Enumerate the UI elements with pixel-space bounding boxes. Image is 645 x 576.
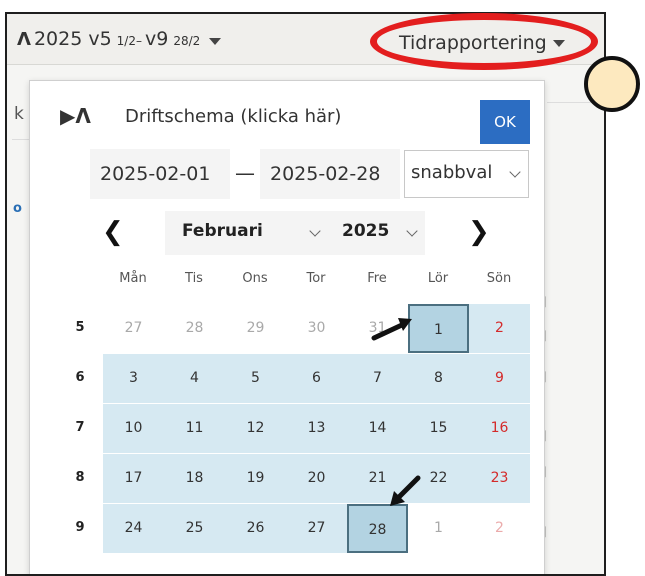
day-cell[interactable]: 23 <box>469 454 530 503</box>
weekday-label: Mån <box>119 271 147 286</box>
month-select[interactable]: Februari <box>165 211 335 255</box>
date-from-input[interactable] <box>90 149 230 199</box>
day-cell[interactable]: 21 <box>347 454 408 503</box>
day-cell[interactable]: 3 <box>103 354 164 403</box>
date-range-popup: ▶Λ Driftschema (klicka här) OK — snabbva… <box>29 80 545 574</box>
weekday-label: Sön <box>486 271 512 286</box>
date-separator: — <box>235 161 255 185</box>
day-cell[interactable]: 19 <box>225 454 286 503</box>
popup-header: ▶Λ Driftschema (klicka här) OK <box>30 95 544 144</box>
schedule-link[interactable]: Driftschema (klicka här) <box>125 106 341 127</box>
time-reporting-menu[interactable]: Tidrapportering <box>399 32 565 54</box>
day-cell[interactable]: 2 <box>469 504 530 553</box>
day-cell[interactable]: 27 <box>286 504 347 553</box>
week-number: 7 <box>75 420 85 435</box>
week-number: 8 <box>75 470 85 485</box>
week-number: 5 <box>75 320 85 335</box>
day-cell[interactable]: 20 <box>286 454 347 503</box>
caret-down-icon <box>209 38 222 45</box>
date-range-row: — snabbval <box>30 149 544 201</box>
calendar-grid: 5 27 28 29 30 31 1 2 6 3 4 5 6 7 8 9 7 1… <box>30 304 544 574</box>
date-to-input[interactable] <box>260 149 400 199</box>
day-cell[interactable]: 10 <box>103 404 164 453</box>
version-label-end: v9 <box>144 28 169 50</box>
day-cell[interactable]: 26 <box>225 504 286 553</box>
day-cell[interactable]: 13 <box>286 404 347 453</box>
weekday-label: Fre <box>367 271 387 286</box>
previous-month-icon[interactable]: ❮ <box>102 217 124 247</box>
day-cell[interactable]: 6 <box>286 354 347 403</box>
day-cell[interactable]: 27 <box>103 304 164 353</box>
ok-button[interactable]: OK <box>480 100 530 144</box>
day-cell[interactable]: 25 <box>164 504 225 553</box>
day-cell[interactable]: 5 <box>225 354 286 403</box>
app-window: Λ 2025 v5 1/2– v9 28/2 Tidrapportering k… <box>5 12 606 576</box>
weekday-label: Tis <box>185 271 203 286</box>
weekday-header: Mån Tis Ons Tor Fre Lör Sön <box>30 271 544 295</box>
chevron-down-icon <box>309 225 321 237</box>
day-cell[interactable]: 24 <box>103 504 164 553</box>
version-range-start: 1/2– <box>116 34 142 48</box>
day-cell[interactable]: 30 <box>286 304 347 353</box>
year-label: 2025 <box>342 221 390 241</box>
next-month-icon[interactable]: ❯ <box>468 217 490 247</box>
day-cell-range-end[interactable]: 28 <box>347 504 408 553</box>
day-cell[interactable]: 2 <box>469 304 530 353</box>
day-cell[interactable]: 4 <box>164 354 225 403</box>
day-cell[interactable]: 7 <box>347 354 408 403</box>
cursor-marker-icon <box>584 56 640 112</box>
version-selector[interactable]: Λ 2025 v5 1/2– v9 28/2 <box>17 28 222 50</box>
day-cell[interactable]: 22 <box>408 454 469 503</box>
day-cell[interactable]: 1 <box>408 504 469 553</box>
day-cell[interactable]: 11 <box>164 404 225 453</box>
day-cell[interactable]: 15 <box>408 404 469 453</box>
version-range-end: 28/2 <box>173 34 201 48</box>
day-cell[interactable]: 28 <box>164 304 225 353</box>
day-cell[interactable]: 8 <box>408 354 469 403</box>
day-cell[interactable]: 31 <box>347 304 408 353</box>
year-select[interactable]: 2025 <box>330 211 425 255</box>
quick-select-dropdown[interactable]: snabbval <box>404 150 529 198</box>
day-cell[interactable]: 29 <box>225 304 286 353</box>
weekday-label: Tor <box>306 271 326 286</box>
day-cell[interactable]: 9 <box>469 354 530 403</box>
weekday-label: Lör <box>427 271 449 286</box>
top-bar: Λ 2025 v5 1/2– v9 28/2 Tidrapportering <box>7 14 604 65</box>
chevron-down-icon <box>406 225 418 237</box>
day-cell[interactable]: 14 <box>347 404 408 453</box>
quick-select-label: snabbval <box>411 162 493 183</box>
day-cell-range-start[interactable]: 1 <box>408 304 469 353</box>
version-label: 2025 v5 <box>33 28 112 50</box>
chevron-down-icon <box>509 166 521 178</box>
day-cell[interactable]: 16 <box>469 404 530 453</box>
day-cell[interactable]: 18 <box>164 454 225 503</box>
background-link-fragment: o <box>13 201 22 216</box>
background-text-fragment: k <box>14 104 24 124</box>
a-logo-icon: Λ <box>17 29 31 50</box>
month-navigation: ❮ Februari 2025 ❯ <box>30 211 544 257</box>
caret-down-icon <box>552 40 565 47</box>
week-number: 9 <box>75 520 85 535</box>
month-label: Februari <box>182 221 263 241</box>
weekday-label: Ons <box>242 271 268 286</box>
time-reporting-label: Tidrapportering <box>399 32 547 54</box>
week-number: 6 <box>75 370 85 385</box>
day-cell[interactable]: 17 <box>103 454 164 503</box>
play-logo-icon: ▶Λ <box>60 104 91 128</box>
day-cell[interactable]: 12 <box>225 404 286 453</box>
